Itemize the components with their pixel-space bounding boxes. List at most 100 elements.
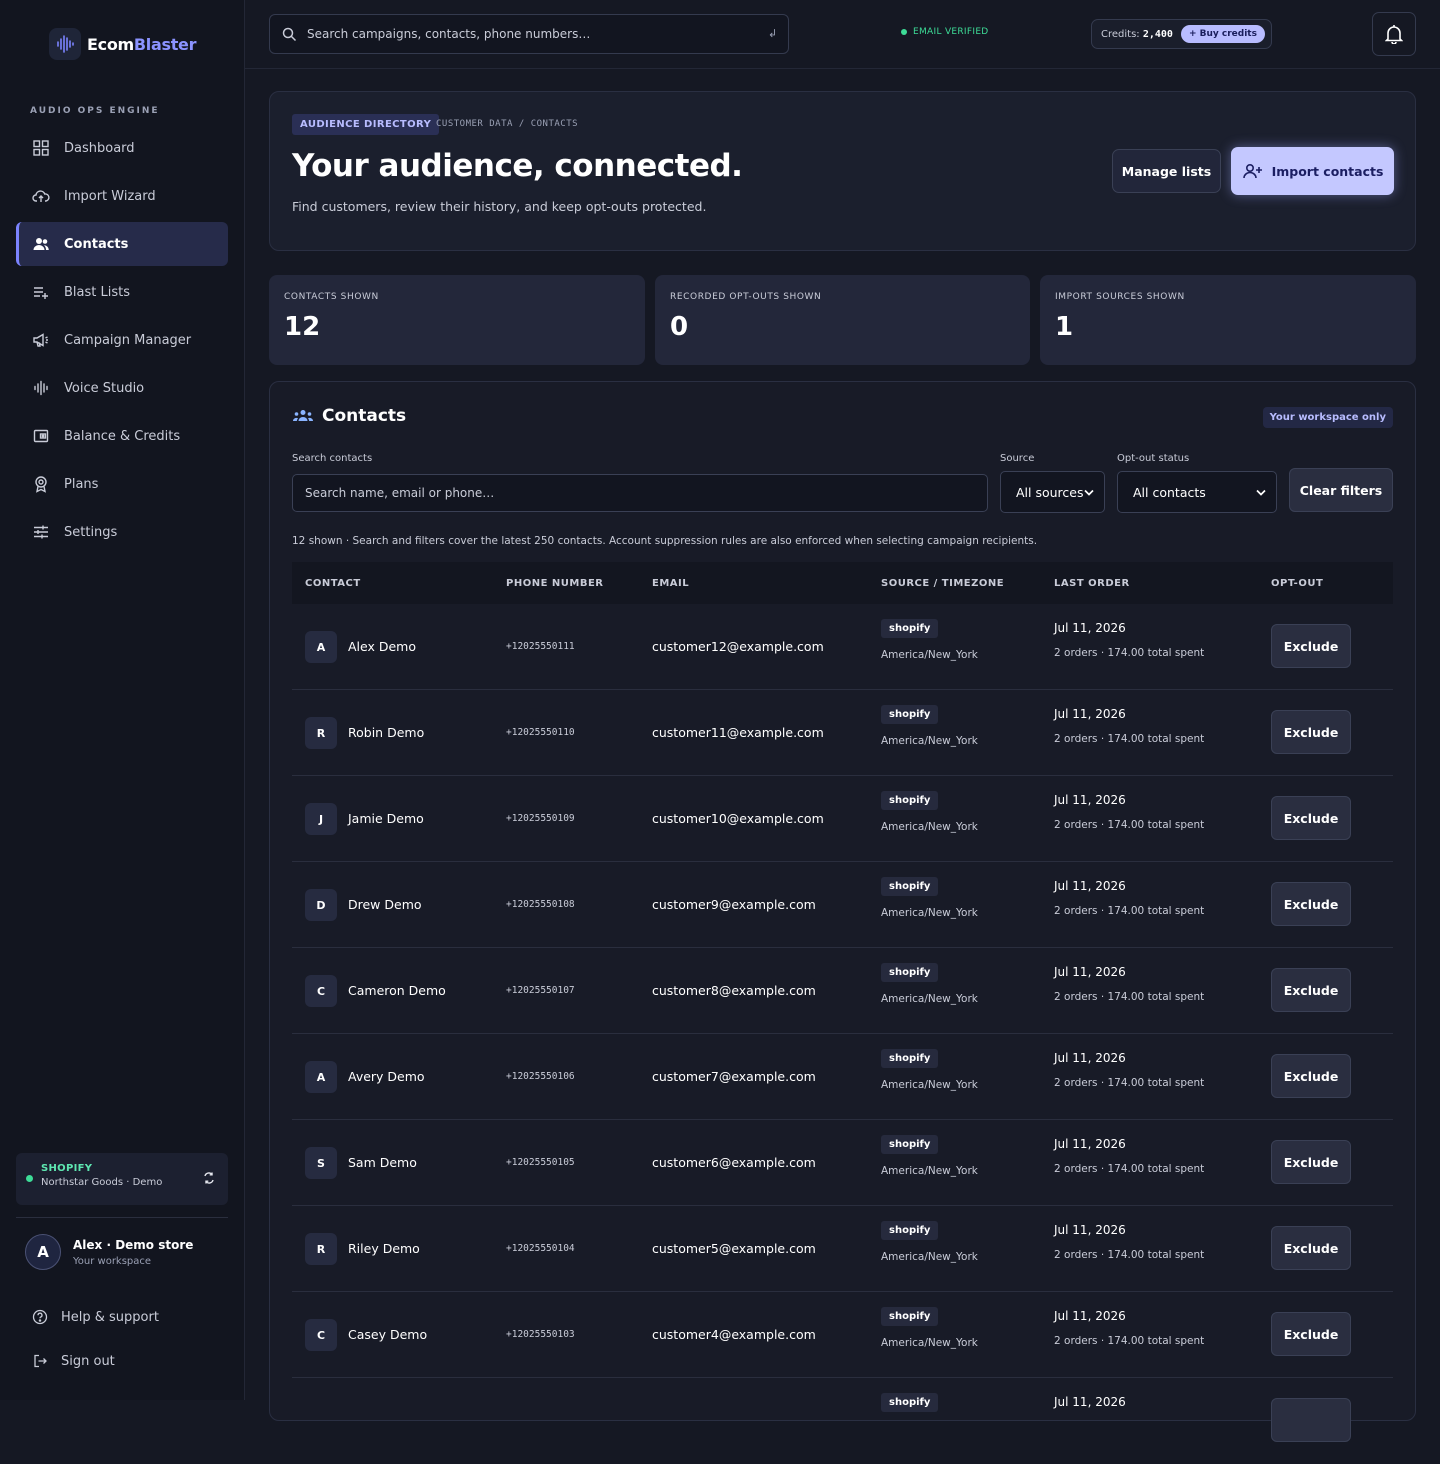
import-contacts-button[interactable]: Import contacts [1231,147,1394,195]
brand-name: EcomBlaster [87,34,197,54]
source-badge: shopify [881,963,939,982]
sidebar-item-import-wizard[interactable]: Import Wizard [16,174,228,218]
sidebar-item-dashboard[interactable]: Dashboard [16,126,228,170]
contact-timezone: America/New_York [881,1251,978,1263]
contacts-search-input[interactable] [292,474,988,512]
table-row[interactable]: A Avery Demo +12025550106 customer7@exam… [292,1034,1393,1120]
contact-phone: +12025550105 [506,1157,575,1168]
contact-timezone: America/New_York [881,821,978,833]
exclude-button[interactable]: Exclude [1271,882,1351,926]
global-search[interactable]: ↲ [269,14,789,54]
brand-logo[interactable]: EcomBlaster [49,28,196,60]
sidebar-divider [16,1217,228,1218]
contacts-panel: Contacts Your workspace only Search cont… [269,381,1416,1442]
sync-icon[interactable] [202,1171,216,1185]
exclude-button[interactable] [1271,1398,1351,1442]
exclude-button[interactable]: Exclude [1271,1312,1351,1356]
column-header: CONTACT [305,577,361,589]
exclude-button[interactable]: Exclude [1271,1140,1351,1184]
sign-out-label: Sign out [61,1353,115,1369]
contact-email: customer4@example.com [652,1327,816,1342]
sidebar-item-campaign-manager[interactable]: Campaign Manager [16,318,228,362]
sign-out-link[interactable]: Sign out [32,1353,115,1369]
order-summary: 2 orders · 174.00 total spent [1054,1163,1205,1175]
panel-title: Contacts [292,406,406,426]
contact-name: Jamie Demo [348,811,424,826]
sidebar-item-balance-credits[interactable]: Balance & Credits [16,414,228,458]
table-row[interactable]: D Drew Demo +12025550108 customer9@examp… [292,862,1393,948]
results-note: 12 shown · Search and filters cover the … [292,535,1038,547]
table-row[interactable]: R Riley Demo +12025550104 customer5@exam… [292,1206,1393,1292]
table-row[interactable]: shopify Jul 11, 2026 [292,1378,1393,1464]
source-badge: shopify [881,1221,939,1240]
sidebar-item-plans[interactable]: Plans [16,462,228,506]
column-header: SOURCE / TIMEZONE [881,577,1005,589]
column-header: OPT-OUT [1271,577,1324,589]
connected-store-card[interactable]: SHOPIFY Northstar Goods · Demo [16,1153,228,1205]
order-summary: 2 orders · 174.00 total spent [1054,1077,1205,1089]
store-name: Northstar Goods · Demo [41,1177,163,1188]
search-label: Search contacts [292,453,373,464]
table-row[interactable]: J Jamie Demo +12025550109 customer10@exa… [292,776,1393,862]
stat-value: 1 [1055,312,1074,342]
clear-filters-button[interactable]: Clear filters [1289,468,1393,512]
stat-card-opt-outs: RECORDED OPT-OUTS SHOWN 0 [655,275,1030,365]
exclude-button[interactable]: Exclude [1271,1054,1351,1098]
page-subtitle: Find customers, review their history, an… [292,199,707,214]
sidebar-item-blast-lists[interactable]: Blast Lists [16,270,228,314]
workspace-badge: Your workspace only [1262,407,1393,428]
contact-phone: +12025550106 [506,1071,575,1082]
user-profile[interactable]: A Alex · Demo store Your workspace [25,1234,193,1270]
search-input[interactable] [307,27,788,41]
exclude-button[interactable]: Exclude [1271,968,1351,1012]
table-row[interactable]: C Casey Demo +12025550103 customer4@exam… [292,1292,1393,1378]
source-badge: shopify [881,619,939,638]
sidebar-item-voice-studio[interactable]: Voice Studio [16,366,228,410]
contact-name: Robin Demo [348,725,425,740]
sidebar-nav: Dashboard Import Wizard Contacts Blast L… [16,126,228,558]
wallet-icon [33,429,49,443]
source-badge: shopify [881,1307,939,1326]
table-row[interactable]: C Cameron Demo +12025550107 customer8@ex… [292,948,1393,1034]
search-icon [282,27,297,41]
contact-email: customer8@example.com [652,983,816,998]
exclude-button[interactable]: Exclude [1271,796,1351,840]
credits-indicator: Credits: 2,400 + Buy credits [1091,19,1272,49]
source-select[interactable]: All sources [1000,471,1105,513]
sidebar-item-label: Plans [64,476,99,492]
contact-avatar: S [305,1147,337,1179]
exclude-button[interactable]: Exclude [1271,624,1351,668]
sidebar-item-contacts[interactable]: Contacts [16,222,228,266]
table-row[interactable]: A Alex Demo +12025550111 customer12@exam… [292,604,1393,690]
credits-value: 2,400 [1142,28,1173,40]
status-dot [26,1175,33,1182]
section-label: AUDIO OPS ENGINE [30,106,160,116]
contact-avatar: R [305,1233,337,1265]
users-icon [33,238,49,250]
sidebar-item-label: Balance & Credits [64,428,181,444]
user-workspace: Your workspace [73,1255,152,1267]
contact-timezone: America/New_York [881,735,978,747]
contact-email: customer9@example.com [652,897,816,912]
people-group-icon [292,410,314,421]
exclude-button[interactable]: Exclude [1271,710,1351,754]
contact-avatar: C [305,975,337,1007]
table-row[interactable]: S Sam Demo +12025550105 customer6@exampl… [292,1120,1393,1206]
table-row[interactable]: R Robin Demo +12025550110 customer11@exa… [292,690,1393,776]
last-order-date: Jul 11, 2026 [1054,621,1126,635]
stat-card-contacts: CONTACTS SHOWN 12 [269,275,645,365]
contact-name: Riley Demo [348,1241,420,1256]
exclude-button[interactable]: Exclude [1271,1226,1351,1270]
panel-title-text: Contacts [322,406,407,426]
manage-lists-button[interactable]: Manage lists [1112,149,1221,193]
buy-credits-button[interactable]: + Buy credits [1180,25,1265,43]
contact-avatar: D [305,889,337,921]
optout-select[interactable]: All contacts [1117,471,1277,513]
order-summary: 2 orders · 174.00 total spent [1054,1249,1205,1261]
help-support-link[interactable]: Help & support [32,1309,159,1325]
sidebar-item-label: Contacts [64,236,129,252]
sidebar-item-settings[interactable]: Settings [16,510,228,554]
notifications-button[interactable] [1372,12,1416,56]
contact-phone: +12025550111 [506,641,575,652]
optout-value: All contacts [1133,484,1206,500]
